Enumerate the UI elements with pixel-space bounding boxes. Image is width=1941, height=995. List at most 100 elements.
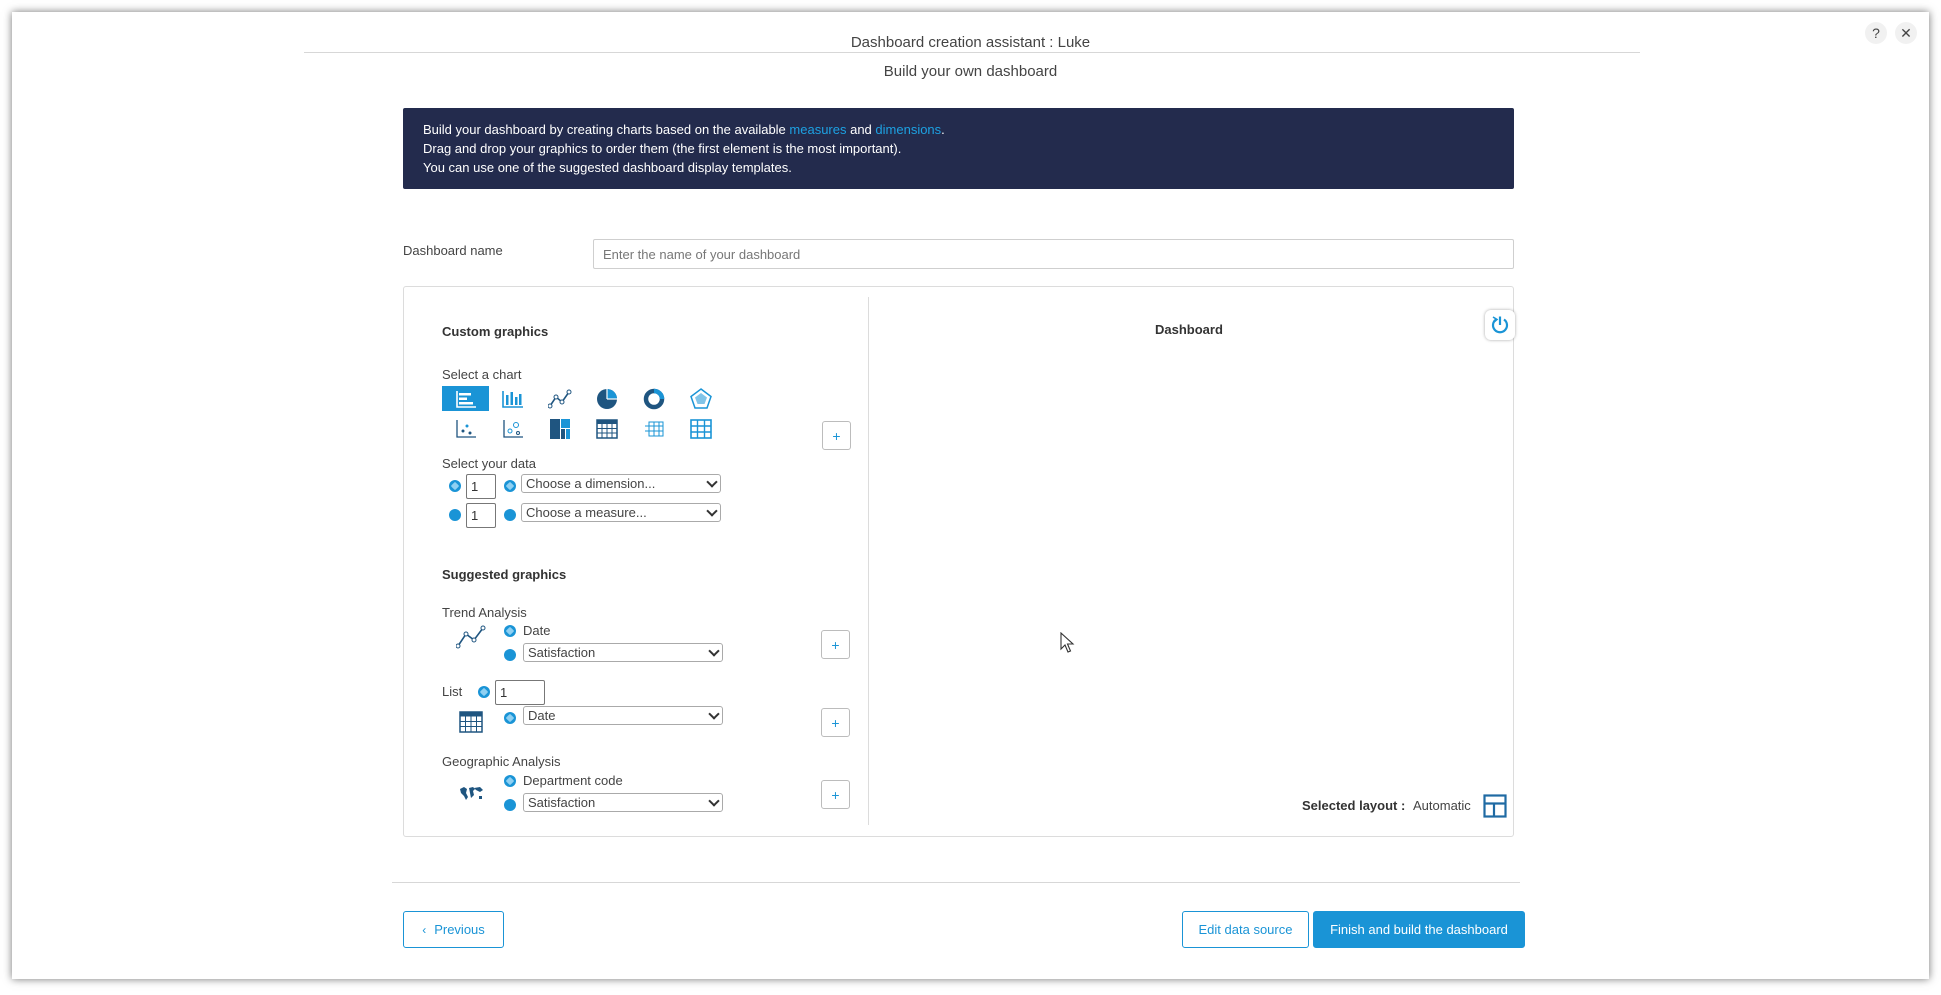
- chart-type-treemap[interactable]: [536, 416, 583, 441]
- page-subtitle: Build your own dashboard: [883, 63, 1058, 80]
- measure-icon: [504, 649, 516, 661]
- geographic-analysis-label: Geographic Analysis: [442, 754, 561, 769]
- horizontal-bar-icon: [455, 390, 476, 408]
- measure-icon: [449, 509, 461, 521]
- help-button[interactable]: ?: [1865, 22, 1887, 44]
- info-banner: Build your dashboard by creating charts …: [403, 108, 1514, 189]
- bubble-chart-icon: [502, 419, 523, 438]
- geo-measure-select[interactable]: Satisfaction: [523, 793, 723, 812]
- chevron-down-icon: [708, 708, 720, 720]
- info-line-3: You can use one of the suggested dashboa…: [423, 160, 792, 175]
- layout-picker-button[interactable]: [1481, 792, 1509, 820]
- world-map-icon: [460, 787, 483, 800]
- mouse-cursor-icon: [1060, 632, 1075, 653]
- edit-data-source-button[interactable]: Edit data source: [1182, 911, 1309, 948]
- measure-select-value: Choose a measure...: [526, 505, 647, 520]
- table-icon: [459, 711, 483, 733]
- list-label: List: [442, 684, 463, 699]
- table-icon: [595, 418, 618, 439]
- close-button[interactable]: ✕: [1895, 22, 1917, 44]
- list-dimension-select[interactable]: Date: [523, 706, 723, 725]
- select-chart-label: Select a chart: [442, 367, 522, 382]
- measure-icon: [504, 799, 516, 811]
- chart-type-table[interactable]: [583, 416, 630, 441]
- dashboard-name-label: Dashboard name: [403, 243, 503, 258]
- custom-graphics-title: Custom graphics: [442, 324, 549, 339]
- panel-divider: [868, 297, 869, 825]
- dimension-icon: [449, 480, 461, 492]
- chevron-down-icon: [708, 795, 720, 807]
- measure-icon: [504, 509, 516, 521]
- info-text: and: [846, 122, 876, 137]
- trend-dimension: Date: [523, 623, 551, 638]
- chart-type-pivot[interactable]: [630, 416, 677, 441]
- pivot-table-icon: [644, 421, 663, 436]
- selected-layout-value: Automatic: [1413, 798, 1471, 813]
- chart-type-horizontal-bar[interactable]: [442, 386, 489, 411]
- chart-type-pie[interactable]: [583, 386, 630, 411]
- dimension-select[interactable]: Choose a dimension...: [521, 474, 721, 493]
- window-title: Dashboard creation assistant : Luke: [850, 34, 1091, 51]
- scatter-chart-icon: [455, 419, 476, 438]
- measure-count-input[interactable]: [466, 503, 496, 528]
- dimension-icon: [504, 712, 516, 724]
- chart-type-line[interactable]: [536, 386, 583, 411]
- chart-type-grid[interactable]: [677, 416, 724, 441]
- list-dimension-value: Date: [528, 708, 556, 723]
- layout-icon: [1483, 794, 1507, 818]
- dimension-icon: [478, 686, 490, 698]
- info-text: Build your dashboard by creating charts …: [423, 122, 790, 137]
- power-reset-icon: [1491, 316, 1509, 334]
- select-data-label: Select your data: [442, 456, 536, 471]
- dimension-icon: [504, 775, 516, 787]
- footer-divider: [392, 882, 1520, 883]
- treemap-icon: [549, 418, 570, 439]
- selected-layout-label: Selected layout :: [1302, 798, 1406, 813]
- chevron-down-icon: [706, 476, 718, 488]
- add-list-button[interactable]: +: [821, 708, 850, 737]
- line-chart-icon: [547, 389, 571, 408]
- builder-panel: Custom graphics Select a chart + Select …: [403, 286, 1515, 837]
- chevron-down-icon: [706, 505, 718, 517]
- chart-type-scatter[interactable]: [442, 416, 489, 441]
- line-chart-icon: [456, 625, 486, 649]
- chart-type-radar[interactable]: [677, 386, 724, 411]
- grid-icon: [689, 418, 712, 439]
- dimension-select-value: Choose a dimension...: [526, 476, 656, 491]
- previous-label: Previous: [434, 922, 485, 937]
- chevron-down-icon: [708, 645, 720, 657]
- title-divider: [304, 52, 1640, 53]
- info-line-2: Drag and drop your graphics to order the…: [423, 141, 902, 156]
- info-text: .: [941, 122, 945, 137]
- trend-measure-select[interactable]: Satisfaction: [523, 643, 723, 662]
- add-trend-button[interactable]: +: [821, 630, 850, 659]
- donut-chart-icon: [643, 388, 664, 409]
- dimension-icon: [504, 480, 516, 492]
- measure-select[interactable]: Choose a measure...: [521, 503, 721, 522]
- dimensions-link[interactable]: dimensions: [875, 122, 941, 137]
- list-count-input[interactable]: [495, 680, 545, 705]
- reset-button[interactable]: [1485, 310, 1515, 340]
- vertical-bar-icon: [501, 390, 523, 408]
- dashboard-name-input[interactable]: [593, 239, 1514, 269]
- dimension-count-input[interactable]: [466, 474, 496, 499]
- dimension-icon: [504, 625, 516, 637]
- previous-button[interactable]: ‹ Previous: [403, 911, 504, 948]
- chart-type-vertical-bar[interactable]: [489, 386, 536, 411]
- chart-type-donut[interactable]: [630, 386, 677, 411]
- geo-dimension: Department code: [523, 773, 623, 788]
- radar-chart-icon: [689, 387, 712, 409]
- add-geo-button[interactable]: +: [821, 780, 850, 809]
- info-line-1: Build your dashboard by creating charts …: [423, 120, 1494, 139]
- geo-measure-value: Satisfaction: [528, 795, 596, 810]
- finish-build-button[interactable]: Finish and build the dashboard: [1313, 911, 1525, 948]
- pie-chart-icon: [596, 388, 617, 409]
- measures-link[interactable]: measures: [789, 122, 846, 137]
- chart-type-bubble[interactable]: [489, 416, 536, 441]
- chevron-left-icon: ‹: [422, 922, 427, 937]
- add-custom-chart-button[interactable]: +: [822, 421, 851, 450]
- trend-measure-value: Satisfaction: [528, 645, 596, 660]
- dashboard-preview-title: Dashboard: [1155, 322, 1223, 337]
- trend-analysis-label: Trend Analysis: [442, 605, 527, 620]
- suggested-graphics-title: Suggested graphics: [442, 567, 567, 582]
